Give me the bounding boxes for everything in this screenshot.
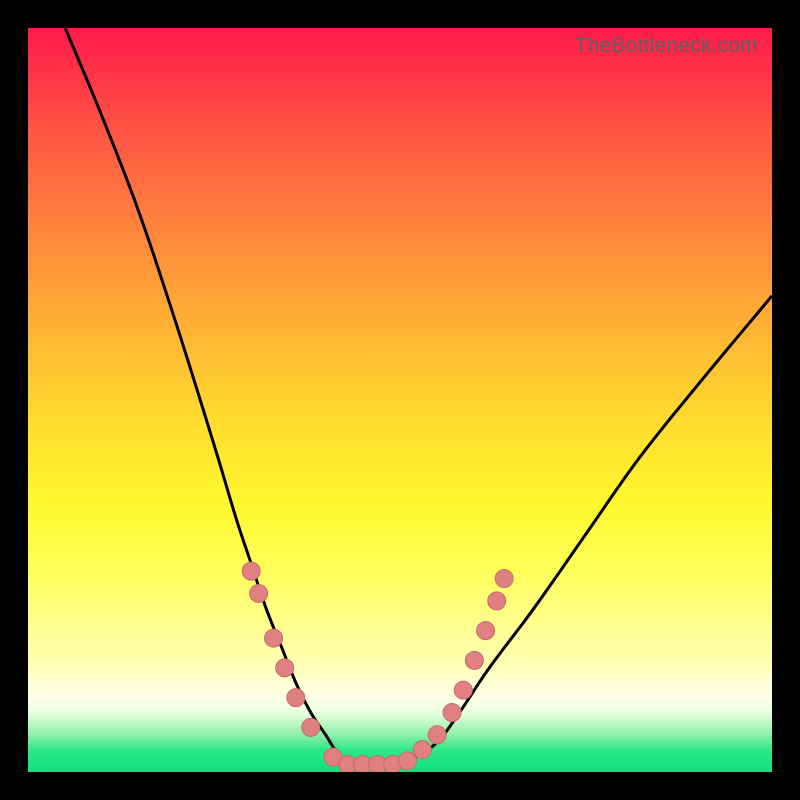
curve-marker: [495, 570, 513, 588]
curve-marker: [265, 629, 283, 647]
watermark-text: TheBottleneck.com: [575, 34, 758, 58]
curve-marker: [413, 741, 431, 759]
curve-marker: [242, 562, 260, 580]
bottleneck-curve: [65, 28, 772, 765]
curve-markers: [242, 562, 513, 772]
chart-svg: [28, 28, 772, 772]
curve-marker: [454, 681, 472, 699]
curve-marker: [465, 651, 483, 669]
plot-area: TheBottleneck.com: [28, 28, 772, 772]
curve-marker: [287, 689, 305, 707]
curve-marker: [250, 584, 268, 602]
curve-marker: [398, 752, 416, 770]
curve-marker: [488, 592, 506, 610]
curve-marker: [428, 726, 446, 744]
chart-frame: TheBottleneck.com: [0, 0, 800, 800]
curve-marker: [477, 622, 495, 640]
curve-marker: [276, 659, 294, 677]
curve-marker: [302, 718, 320, 736]
curve-marker: [443, 703, 461, 721]
